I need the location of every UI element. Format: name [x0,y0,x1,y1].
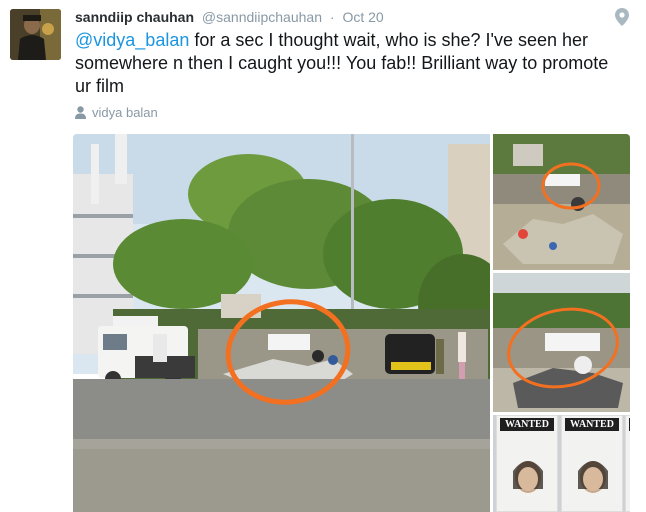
wanted-poster: WANTED [496,415,558,512]
wanted-poster: WANTED [561,415,623,512]
media-photo-thumb-2[interactable] [493,273,630,412]
context-name: vidya balan [92,105,158,120]
wanted-poster-title: WANTED [629,418,630,431]
tweet-text: @vidya_balan for a sec I thought wait, w… [75,29,615,98]
media-grid: WANTED WANTED WANTED [73,134,630,512]
wanted-poster-title: WANTED [565,418,619,431]
author-name[interactable]: sanndiip chauhan [75,9,194,25]
tweet-header: sanndiip chauhan @sanndiipchauhan · Oct … [75,7,384,27]
tweet[interactable]: sanndiip chauhan @sanndiipchauhan · Oct … [0,0,646,512]
wanted-poster-title: WANTED [500,418,554,431]
author-handle[interactable]: @sanndiipchauhan [202,9,322,25]
media-photo-thumb-1[interactable] [493,134,630,270]
wanted-poster: WANTED [625,415,630,512]
avatar[interactable] [10,9,61,60]
location-pin-icon[interactable] [615,8,631,26]
media-photo-main[interactable] [73,134,490,512]
media-photo-thumb-3[interactable]: WANTED WANTED WANTED [493,415,630,512]
context-label[interactable]: vidya balan [75,104,158,122]
separator: · [329,9,335,25]
timestamp[interactable]: Oct 20 [342,9,383,25]
mention-link[interactable]: @vidya_balan [75,30,189,50]
person-icon [75,106,86,119]
